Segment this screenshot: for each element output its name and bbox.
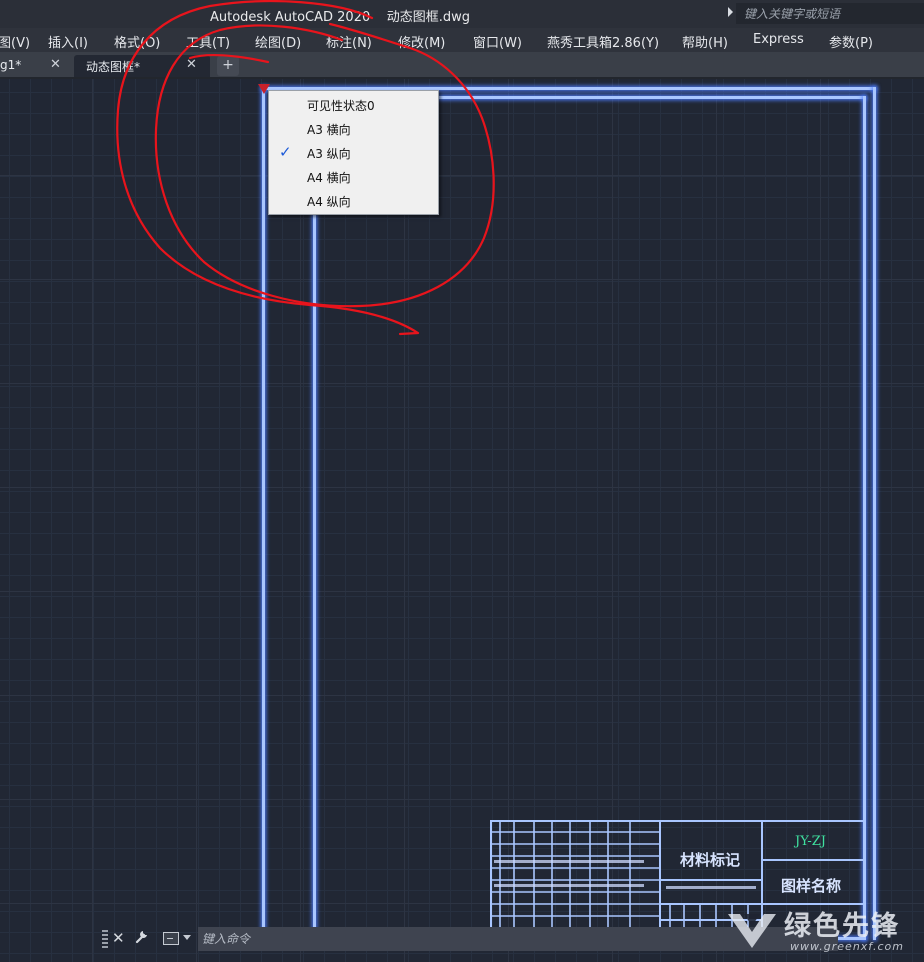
chevron-down-icon xyxy=(183,935,191,940)
menu-modify[interactable]: 修改(M) xyxy=(398,32,445,51)
frame-outer-right xyxy=(873,87,876,940)
tab-drawing1[interactable]: g1* ✕ xyxy=(0,55,72,77)
watermark-name: 绿色先锋 xyxy=(784,911,900,942)
menu-tools[interactable]: 工具(T) xyxy=(186,32,230,51)
drawing-name: 图样名称 xyxy=(781,877,842,895)
visibility-item-a4-portrait[interactable]: A4 纵向 xyxy=(269,189,438,213)
menu-yanxiu-toolbox[interactable]: 燕秀工具箱2.86(Y) xyxy=(547,32,659,51)
close-icon[interactable]: ✕ xyxy=(112,929,125,947)
menu-bar: 图(V) 插入(I) 格式(O) 工具(T) 绘图(D) 标注(N) 修改(M)… xyxy=(0,28,924,52)
tab-label: 动态图框* xyxy=(86,60,141,74)
watermark-logo-icon xyxy=(728,914,776,948)
visibility-item-label: A4 纵向 xyxy=(307,195,351,209)
tab-dynamic-frame[interactable]: 动态图框* ✕ xyxy=(74,55,210,77)
new-tab-button[interactable]: + xyxy=(217,56,239,76)
terminal-icon xyxy=(163,932,179,945)
menu-view[interactable]: 图(V) xyxy=(0,32,30,51)
menu-express[interactable]: Express xyxy=(753,32,804,47)
tab-label: g1* xyxy=(0,58,22,72)
visibility-item-a3-landscape[interactable]: A3 横向 xyxy=(269,117,438,141)
drag-handle-icon[interactable] xyxy=(102,930,108,948)
drawing-code: JY-ZJ xyxy=(795,834,827,849)
visibility-item-label: A4 横向 xyxy=(307,171,351,185)
menu-format[interactable]: 格式(O) xyxy=(114,32,160,51)
menu-insert[interactable]: 插入(I) xyxy=(48,32,88,51)
watermark: 绿色先锋 www.greenxf.com xyxy=(724,904,920,960)
visibility-state-menu: 可见性状态0 A3 横向 ✓ A3 纵向 A4 横向 A4 纵向 xyxy=(268,90,439,215)
search-input[interactable] xyxy=(744,3,920,24)
close-icon[interactable]: ✕ xyxy=(50,57,61,72)
visibility-item-label: A3 纵向 xyxy=(307,147,351,161)
document-tab-bar: g1* ✕ 动态图框* ✕ xyxy=(0,52,924,79)
watermark-url: www.greenxf.com xyxy=(790,940,904,953)
checkmark-icon: ✓ xyxy=(279,143,292,161)
close-icon[interactable]: ✕ xyxy=(186,57,197,72)
wrench-icon-glyph xyxy=(135,931,147,944)
menu-dimension[interactable]: 标注(N) xyxy=(326,32,372,51)
frame-inner-right xyxy=(863,96,866,940)
menu-parameters[interactable]: 参数(P) xyxy=(829,32,873,51)
visibility-item-state0[interactable]: 可见性状态0 xyxy=(269,93,438,117)
command-history-button[interactable] xyxy=(160,929,200,949)
menu-draw[interactable]: 绘图(D) xyxy=(255,32,301,51)
menu-help[interactable]: 帮助(H) xyxy=(682,32,728,51)
search-expand-arrow-icon[interactable] xyxy=(728,7,733,17)
visibility-item-label: 可见性状态0 xyxy=(307,99,375,113)
wrench-icon[interactable] xyxy=(134,928,150,948)
visibility-item-a3-portrait[interactable]: ✓ A3 纵向 xyxy=(269,141,438,165)
search-box[interactable] xyxy=(736,3,924,24)
menu-window[interactable]: 窗口(W) xyxy=(473,32,522,51)
material-label: 材料标记 xyxy=(680,851,741,869)
title-bar: Autodesk AutoCAD 2020 动态图框.dwg xyxy=(0,0,924,28)
window-title: Autodesk AutoCAD 2020 动态图框.dwg xyxy=(210,10,471,25)
frame-outer-left xyxy=(262,87,265,940)
visibility-item-a4-landscape[interactable]: A4 横向 xyxy=(269,165,438,189)
visibility-item-label: A3 横向 xyxy=(307,123,351,137)
frame-inner-left xyxy=(313,96,316,940)
